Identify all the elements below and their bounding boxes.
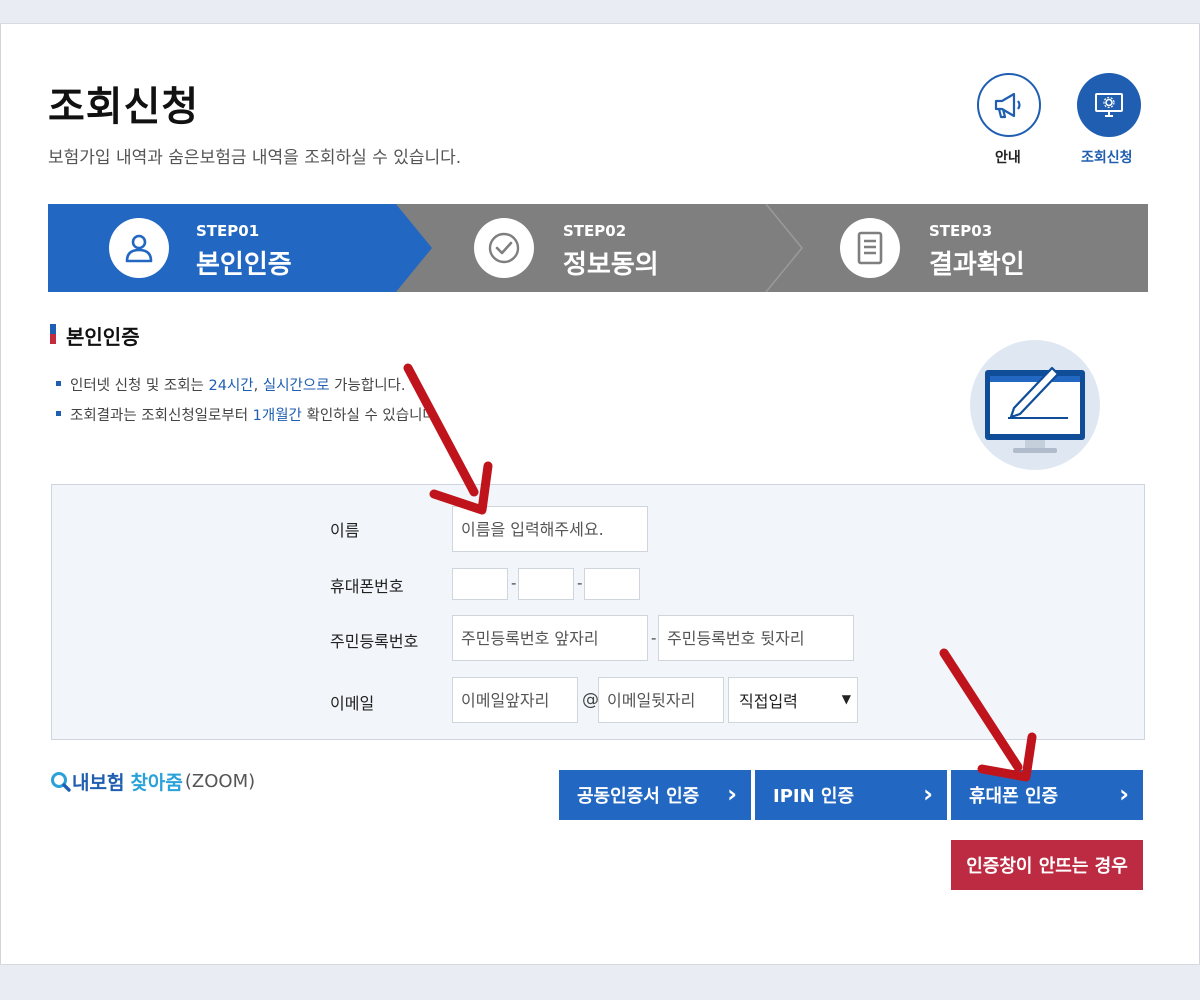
email-label: 이메일 (330, 694, 375, 713)
document-icon (857, 231, 883, 265)
email-at-sign: @ (582, 690, 599, 710)
chevron-right-icon: › (1119, 780, 1129, 808)
email-domain-value: 직접입력 (739, 692, 798, 711)
logo-text-part1: 내보험 (72, 772, 125, 794)
guide-button[interactable] (977, 73, 1041, 137)
check-circle-icon (488, 232, 520, 264)
section-title: 본인인증 (66, 325, 140, 349)
apply-button[interactable] (1077, 73, 1141, 137)
bullet2-text: 조회결과는 조회신청일로부터 1개월간 확인하실 수 있습니다. (70, 408, 441, 424)
top-bar (0, 0, 1200, 24)
info-bullet-2: 조회결과는 조회신청일로부터 1개월간 확인하실 수 있습니다. (56, 404, 440, 425)
zoom-logo: 내보험 찾아줌 (ZOOM) (50, 768, 255, 795)
megaphone-icon (994, 92, 1021, 119)
apply-label[interactable]: 조회신청 (1081, 147, 1133, 167)
chevron-right-icon: › (923, 780, 933, 808)
name-label: 이름 (330, 521, 360, 540)
monitor-illustration (970, 340, 1100, 470)
monitor-gear-icon (1095, 93, 1123, 117)
step3-icon-circle (840, 218, 900, 278)
phone-part2-input[interactable] (518, 568, 574, 600)
step2-icon-circle (474, 218, 534, 278)
search-icon (51, 771, 71, 792)
phone-separator-2: - (577, 574, 583, 592)
user-icon (125, 234, 153, 263)
step2-number: STEP02 (563, 222, 627, 240)
step-progress-bar: STEP01 본인인증 STEP02 정보동의 STEP03 결과확인 (48, 204, 1148, 292)
section-marker (50, 324, 56, 344)
email-front-input[interactable] (452, 677, 578, 723)
step3-number: STEP03 (929, 222, 993, 240)
phone-auth-button[interactable]: 휴대폰 인증 › (951, 770, 1143, 820)
logo-text-part2: 찾아줌 (130, 772, 183, 794)
page-title: 조회신청 (48, 84, 200, 130)
phone-auth-label: 휴대폰 인증 (969, 786, 1059, 807)
bullet1-text: 인터넷 신청 및 조회는 24시간, 실시간으로 가능합니다. (70, 378, 406, 394)
phone-label: 휴대폰번호 (330, 577, 404, 596)
email-back-input[interactable] (598, 677, 724, 723)
guide-label[interactable]: 안내 (995, 147, 1021, 167)
step1-number: STEP01 (196, 222, 260, 240)
email-domain-select[interactable]: 직접입력 ▼ (728, 677, 858, 723)
popup-fail-button[interactable]: 인증창이 안뜨는 경우 (951, 840, 1143, 890)
rrn-back-input[interactable] (658, 615, 854, 661)
name-input[interactable] (452, 506, 648, 552)
phone-part1-input[interactable] (452, 568, 508, 600)
page-description: 보험가입 내역과 숨은보험금 내역을 조회하실 수 있습니다. (48, 148, 462, 168)
rrn-front-input[interactable] (452, 615, 648, 661)
rrn-label: 주민등록번호 (330, 632, 419, 651)
step2-label: 정보동의 (563, 250, 659, 280)
chevron-down-icon: ▼ (841, 692, 851, 706)
cert-auth-button[interactable]: 공동인증서 인증 › (559, 770, 751, 820)
step1-icon-circle (109, 218, 169, 278)
cert-auth-label: 공동인증서 인증 (577, 786, 700, 807)
ipin-auth-button[interactable]: IPIN 인증 › (755, 770, 947, 820)
rrn-separator: - (651, 629, 657, 647)
step1-label: 본인인증 (196, 250, 292, 280)
info-bullet-1: 인터넷 신청 및 조회는 24시간, 실시간으로 가능합니다. (56, 374, 405, 395)
bottom-bar (0, 964, 1200, 1000)
chevron-right-icon: › (727, 780, 737, 808)
ipin-auth-label: IPIN 인증 (773, 786, 855, 807)
phone-separator-1: - (511, 574, 517, 592)
logo-text-part3: (ZOOM) (184, 771, 256, 792)
step3-label: 결과확인 (929, 250, 1025, 280)
phone-part3-input[interactable] (584, 568, 640, 600)
monitor-pen-icon (985, 366, 1085, 453)
